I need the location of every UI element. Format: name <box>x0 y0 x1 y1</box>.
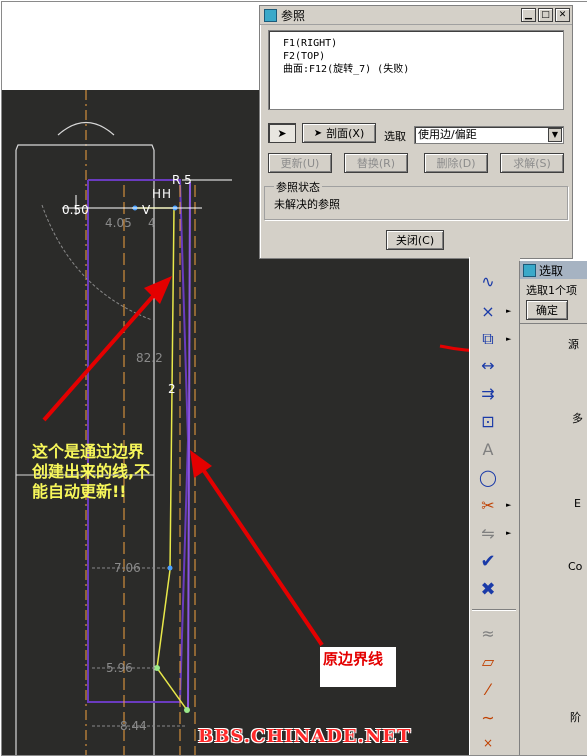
dim-405[interactable]: 4.05 <box>105 216 132 230</box>
reference-item[interactable]: F1(RIGHT) <box>269 37 563 50</box>
side-text: 阶 <box>570 711 581 724</box>
viewport-top-area <box>2 2 259 90</box>
select-titlebar[interactable]: 选取 <box>520 261 587 279</box>
expand-arrow-icon[interactable]: ► <box>506 307 511 315</box>
watermark: BBS.CHINADE.NET <box>198 726 412 747</box>
section-button[interactable]: ➤ 剖面(X) <box>302 123 376 143</box>
dropdown-arrow-icon[interactable]: ▼ <box>548 128 562 142</box>
dim-r5[interactable]: R 5 <box>172 173 192 187</box>
select-panel-body: 源 多 E Co 阶 <box>520 323 587 755</box>
point-small-icon[interactable]: × <box>474 731 502 755</box>
part-top-edge <box>15 144 155 151</box>
trim-icon[interactable]: ✂ <box>474 493 502 517</box>
side-text: 多 <box>572 412 583 425</box>
dialog-title: 参照 <box>281 8 306 23</box>
line-icon[interactable]: ⁄ <box>474 677 502 701</box>
select-app-icon <box>523 263 536 277</box>
side-text: 源 <box>568 338 579 351</box>
construction-arc <box>41 204 153 321</box>
replace-button[interactable]: 替换(R) <box>344 153 408 173</box>
pick-arrow-button[interactable]: ➤ <box>268 123 296 143</box>
dim-h2: H <box>162 187 171 201</box>
screenshot-frame: R 5 0.50 H H V 4.05 4 82.2 2 7.06 5.96 8… <box>1 1 587 756</box>
relation-icon[interactable]: ⊡ <box>474 409 502 433</box>
solve-button[interactable]: 求解(S) <box>500 153 564 173</box>
arrow-right-shaft <box>196 460 324 647</box>
side-text: Co <box>568 560 583 573</box>
sketch-curve-icon[interactable]: ∿ <box>474 269 502 293</box>
modify-icon[interactable]: ⇉ <box>474 381 502 405</box>
vertex-5 <box>184 707 190 713</box>
choose-dropdown[interactable]: 使用边/偏距 ▼ <box>414 126 564 144</box>
palette-icon[interactable]: ◯ <box>474 465 502 489</box>
expand-arrow-icon[interactable]: ► <box>506 529 511 537</box>
expand-arrow-icon[interactable]: ► <box>506 501 511 509</box>
select-title: 选取 <box>539 263 564 278</box>
select-subtitle: 选取1个项 <box>526 284 577 297</box>
point-icon[interactable]: × <box>474 299 502 323</box>
annotation-left-note: 这个是通过边界创建出来的线,不能自动更新!! <box>32 442 151 501</box>
spline-icon[interactable]: ≈ <box>474 621 502 645</box>
dimension-icon[interactable]: ↔ <box>474 353 502 377</box>
close-button[interactable]: 关闭(C) <box>386 230 444 250</box>
toolbar-divider <box>472 609 516 611</box>
cursor-arrow-icon: ➤ <box>277 126 287 140</box>
confirm-button[interactable]: 确定 <box>526 300 568 320</box>
sketch-toolbar: ∿ × ► ⧉ ► ↔ ⇉ ⊡ A ◯ ✂ ► ⇋ ► ✔ ✖ ≈ ▱ ⁄ ∼ … <box>469 257 520 755</box>
minimize-button[interactable]: ▁ <box>521 8 536 22</box>
dialog-titlebar[interactable]: 参照 ▁ □ ✕ <box>260 6 572 25</box>
section-button-label: 剖面(X) <box>326 127 365 140</box>
update-button[interactable]: 更新(U) <box>268 153 332 173</box>
parallelogram-icon[interactable]: ▱ <box>474 649 502 673</box>
dim-822[interactable]: 82.2 <box>136 351 163 365</box>
dim-4[interactable]: 4 <box>148 216 156 230</box>
delete-button[interactable]: 删除(D) <box>424 153 488 173</box>
dim-v: V <box>142 203 151 217</box>
expand-arrow-icon[interactable]: ► <box>506 335 511 343</box>
dim-050[interactable]: 0.50 <box>62 203 89 217</box>
original-boundary-line <box>187 181 191 711</box>
text-icon[interactable]: A <box>474 437 502 461</box>
reference-dialog: 参照 ▁ □ ✕ F1(RIGHT) F2(TOP) 曲面:F12(旋转_7) … <box>259 5 573 259</box>
arrow-right-head <box>190 450 212 478</box>
reference-item-failed[interactable]: 曲面:F12(旋转_7) (失败) <box>269 63 563 76</box>
vertex-3 <box>167 565 173 571</box>
side-text: E <box>574 497 581 510</box>
choose-dropdown-value: 使用边/偏距 <box>418 128 477 141</box>
cursor-arrow-icon: ➤ <box>313 127 323 139</box>
dim-h1: H <box>152 187 161 201</box>
maximize-button[interactable]: □ <box>538 8 553 22</box>
select-panel: 选取 选取1个项 确定 源 多 E Co 阶 <box>519 261 587 755</box>
status-group-label: 参照状态 <box>274 179 322 195</box>
accept-check-icon[interactable]: ✔ <box>474 549 502 573</box>
status-text: 未解决的参照 <box>274 198 340 211</box>
close-window-button[interactable]: ✕ <box>555 8 570 22</box>
mirror-icon[interactable]: ⇋ <box>474 521 502 545</box>
cancel-x-icon[interactable]: ✖ <box>474 577 502 601</box>
reference-list[interactable]: F1(RIGHT) F2(TOP) 曲面:F12(旋转_7) (失败) <box>268 30 564 110</box>
dim-2: 2 <box>168 382 176 396</box>
reference-item[interactable]: F2(TOP) <box>269 50 563 63</box>
wave-icon[interactable]: ∼ <box>474 705 502 729</box>
dialog-app-icon <box>264 8 277 22</box>
choose-label: 选取 <box>384 130 406 143</box>
annotation-right-note: 原边界线 <box>320 647 396 687</box>
offset-edge-icon[interactable]: ⧉ <box>474 327 502 351</box>
